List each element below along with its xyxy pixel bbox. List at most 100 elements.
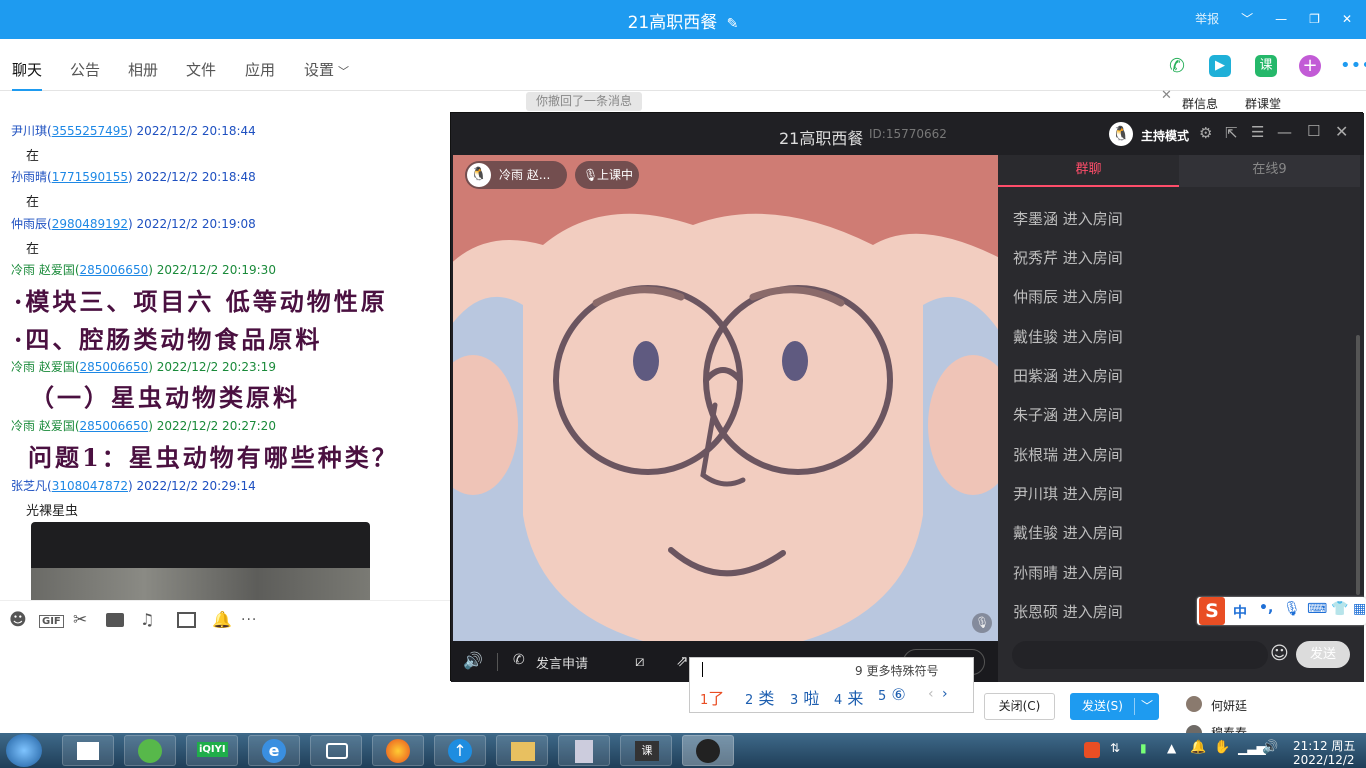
bell-icon[interactable]: 🔔 <box>212 610 232 629</box>
video-stage[interactable]: 🐧 冷雨 赵... 🎙 上课中 🎙 <box>453 155 998 641</box>
group-chat-input[interactable] <box>1012 641 1268 669</box>
taskbar-app[interactable] <box>310 735 362 766</box>
speaker-icon[interactable]: 🔊 <box>463 651 483 670</box>
chevron-right-icon[interactable]: › <box>942 686 948 702</box>
close-icon[interactable]: ✕ <box>1335 122 1348 141</box>
ime-candidate[interactable]: 2 类 <box>745 685 774 709</box>
ime-punct-toggle[interactable]: •, <box>1259 600 1273 616</box>
taskbar-app[interactable] <box>496 735 548 766</box>
member-name[interactable]: 穆奉春 <box>1211 724 1247 733</box>
send-message-button[interactable]: 发送(S) ﹀ <box>1070 693 1159 720</box>
ime-toolbar[interactable]: S 中 •, 🎙 ⌨ 👕 ▦ <box>1197 597 1366 625</box>
close-dialog-button[interactable]: 关闭(C) <box>984 693 1055 720</box>
ime-lang-toggle[interactable]: 中 <box>1233 602 1247 622</box>
tab-files[interactable]: 文件 <box>186 59 216 80</box>
add-icon[interactable]: + <box>1299 55 1321 77</box>
classroom-icon[interactable]: 课 <box>1255 55 1277 77</box>
ime-candidate[interactable]: 5 ⑥ <box>878 685 906 704</box>
tab-settings[interactable]: 设置 ﹀ <box>304 59 349 80</box>
keyboard-icon[interactable]: ⌨ <box>1307 601 1327 617</box>
tab-apps[interactable]: 应用 <box>245 59 275 80</box>
sogou-logo-icon[interactable]: S <box>1199 597 1225 625</box>
send-button[interactable]: 发送 <box>1296 641 1350 668</box>
share-screen-icon[interactable]: ⇗ <box>676 652 689 670</box>
restore-button[interactable]: ❐ <box>1309 12 1320 26</box>
share-icon[interactable]: ⇱ <box>1225 124 1238 142</box>
qq-link[interactable]: 1771590155 <box>52 170 128 184</box>
tray-icon[interactable]: ✋ <box>1214 740 1230 755</box>
mic-muted-icon[interactable]: 🎙 <box>972 613 992 633</box>
skin-icon[interactable]: 👕 <box>1331 601 1348 617</box>
grid-icon[interactable]: ▦ <box>1353 601 1366 617</box>
more-icon[interactable]: ••• <box>1340 55 1366 77</box>
qq-link[interactable]: 285006650 <box>80 360 149 374</box>
report-link[interactable]: 举报 <box>1195 10 1219 27</box>
close-x-icon[interactable]: ✕ <box>1161 88 1172 103</box>
ime-candidate[interactable]: 3 啦 <box>790 685 819 709</box>
minimize-button[interactable]: — <box>1275 12 1287 26</box>
qq-link[interactable]: 2980489192 <box>52 217 128 231</box>
video-call-icon[interactable]: ▶ <box>1209 55 1231 77</box>
close-button[interactable]: ✕ <box>1342 12 1352 26</box>
join-event: 孙雨晴 进入房间 <box>1013 564 1123 582</box>
taskbar-app[interactable] <box>62 735 114 766</box>
show-hidden-icon[interactable]: ▲ <box>1167 741 1176 755</box>
start-button[interactable] <box>6 734 42 767</box>
image-icon[interactable] <box>177 612 196 628</box>
ime-candidate[interactable]: 4 来 <box>834 685 863 709</box>
camera-off-icon[interactable]: ⧄ <box>635 652 645 670</box>
more-icon[interactable]: ··· <box>241 612 257 628</box>
battery-tray-icon[interactable]: ▮ <box>1140 741 1147 755</box>
minimize-icon[interactable]: — <box>1277 123 1292 141</box>
settings-icon[interactable]: ⚙ <box>1199 124 1212 142</box>
folder-icon[interactable] <box>106 613 124 627</box>
maximize-icon[interactable]: ☐ <box>1307 122 1320 140</box>
member-name[interactable]: 何妍廷 <box>1211 697 1247 714</box>
speak-request-button[interactable]: 发言申请 <box>536 653 588 672</box>
image-message[interactable] <box>31 522 370 600</box>
taskbar-app[interactable]: ↑ <box>434 735 486 766</box>
qq-link[interactable]: 285006650 <box>80 419 149 433</box>
network-tray-icon[interactable]: ⇅ <box>1110 741 1120 755</box>
tab-online[interactable]: 在线9 <box>1179 155 1360 187</box>
group-classroom-tab[interactable]: 群课堂 <box>1245 95 1281 112</box>
taskbar-app[interactable] <box>558 735 610 766</box>
menu-icon[interactable]: ☰ <box>1251 123 1264 141</box>
qq-link[interactable]: 3108047872 <box>52 479 128 493</box>
edit-icon[interactable]: ✎ <box>727 16 739 32</box>
taskbar-app[interactable] <box>682 735 734 766</box>
tab-album[interactable]: 相册 <box>128 59 158 80</box>
scissors-icon[interactable]: ✂ <box>73 610 87 630</box>
gif-icon[interactable]: GIF <box>39 615 64 628</box>
volume-icon[interactable]: 🔊 <box>1262 740 1278 755</box>
scrollbar[interactable] <box>1356 335 1360 595</box>
chevron-left-icon[interactable]: ‹ <box>928 686 934 702</box>
taskbar-app[interactable]: e <box>248 735 300 766</box>
chevron-down-icon[interactable]: ﹀ <box>1141 693 1153 720</box>
emoji-icon[interactable]: ☺ <box>1270 643 1289 664</box>
phone-icon[interactable]: ✆ <box>1166 55 1188 77</box>
clock-date[interactable]: 2022/12/2 <box>1293 753 1355 767</box>
host-mode-label[interactable]: 主持模式 <box>1141 127 1189 144</box>
presenter-badge[interactable]: 🐧 冷雨 赵... <box>465 161 567 189</box>
qq-link[interactable]: 3555257495 <box>52 124 128 138</box>
tab-announcement[interactable]: 公告 <box>70 59 100 80</box>
recall-notice: 你撤回了一条消息 <box>526 92 643 111</box>
tab-chat[interactable]: 聊天 <box>12 59 43 91</box>
notification-icon[interactable]: 🔔 <box>1190 740 1206 755</box>
taskbar-app[interactable] <box>124 735 176 766</box>
taskbar-app[interactable]: 课 <box>620 735 672 766</box>
group-info-tab[interactable]: 群信息 <box>1182 95 1218 112</box>
qq-link[interactable]: 285006650 <box>80 263 149 277</box>
clock-time[interactable]: 21:12 周五 <box>1293 737 1355 754</box>
ime-candidate[interactable]: 1了 <box>700 685 724 709</box>
sogou-tray-icon[interactable] <box>1084 742 1100 758</box>
emoji-icon[interactable]: ☻ <box>9 610 27 630</box>
taskbar-app[interactable]: iQIYI <box>186 735 238 766</box>
music-icon[interactable]: ♫ <box>140 610 154 629</box>
taskbar-app[interactable] <box>372 735 424 766</box>
tab-group-chat[interactable]: 群聊 <box>998 155 1179 187</box>
join-event: 仲雨辰 进入房间 <box>1013 288 1123 306</box>
mic-icon[interactable]: 🎙 <box>1283 601 1301 617</box>
chevron-down-icon[interactable]: ﹀ <box>1241 10 1253 27</box>
